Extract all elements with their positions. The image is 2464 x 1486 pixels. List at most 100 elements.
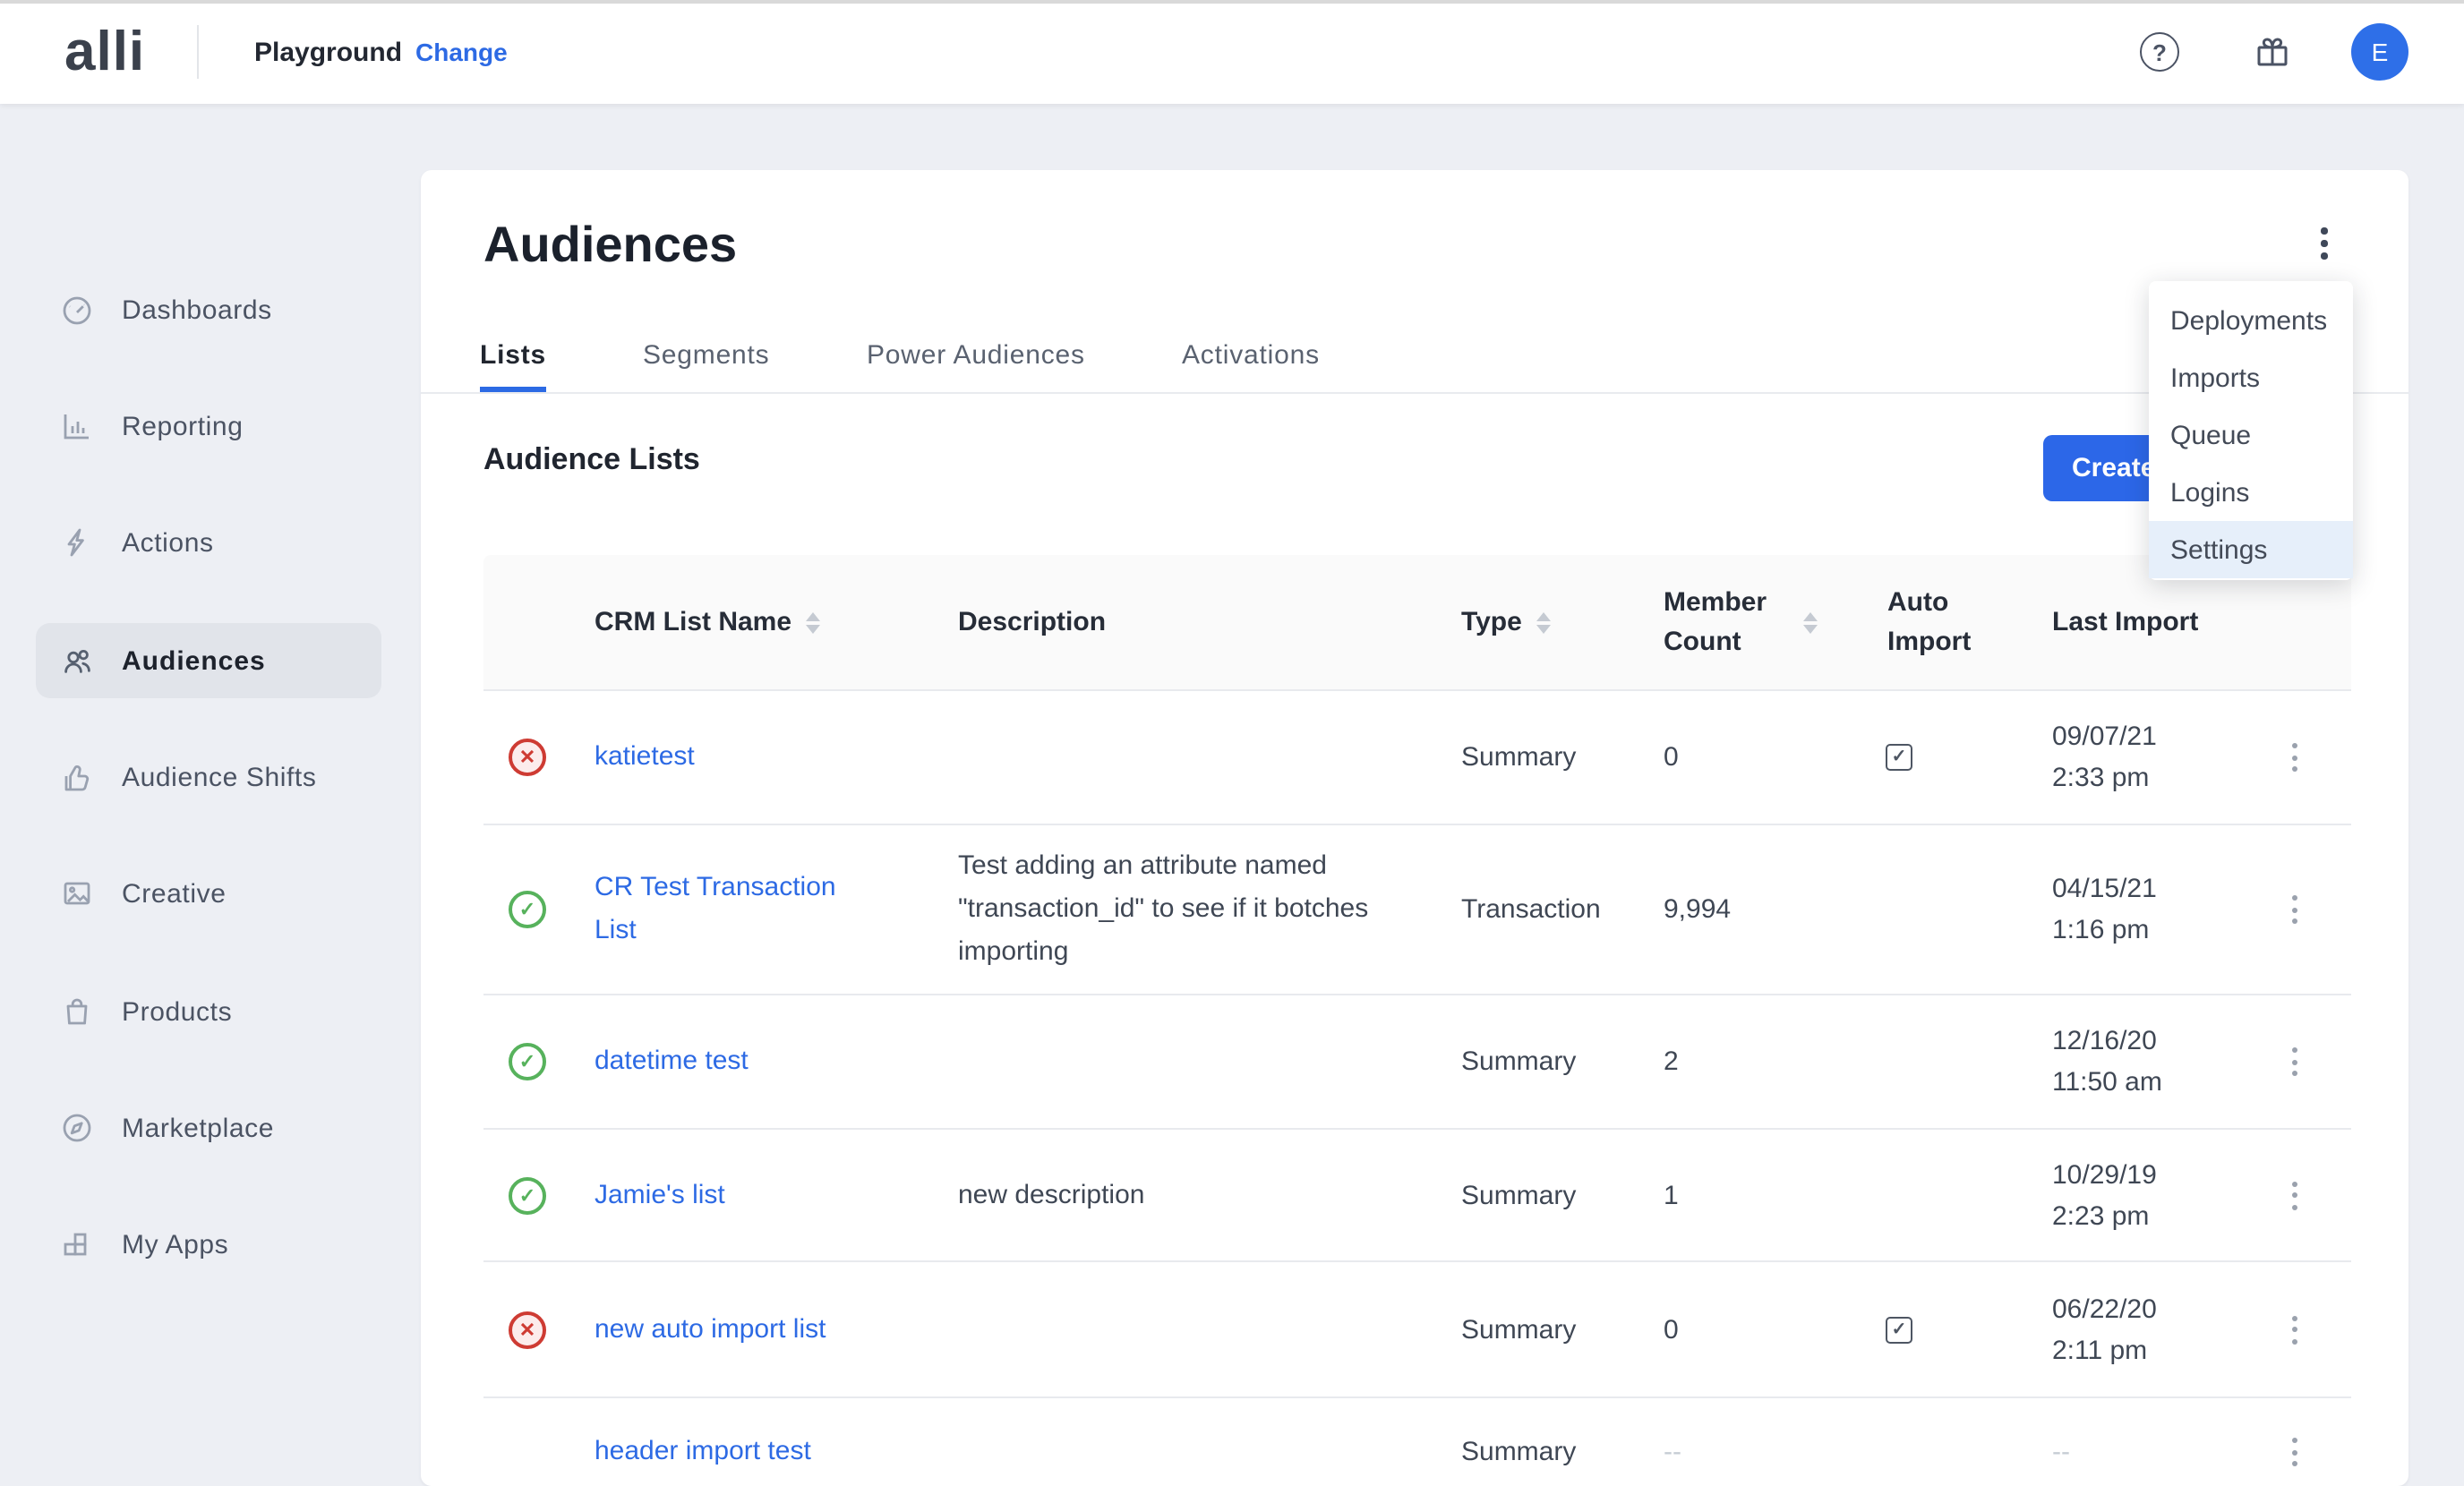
audiences-panel: Audiences Lists Segments Power Audiences…: [421, 170, 2408, 1486]
sidebar-item-label: Actions: [122, 527, 214, 558]
row-kebab-menu-button[interactable]: [2280, 1047, 2308, 1076]
image-icon: [59, 875, 95, 911]
sidebar-item-actions[interactable]: Actions: [36, 505, 381, 580]
sort-icon[interactable]: [806, 611, 820, 633]
member-count: 2: [1664, 1046, 1679, 1077]
row-kebab-menu-button[interactable]: [2280, 1181, 2308, 1209]
reporting-icon: [59, 408, 95, 444]
sidebar-item-label: Dashboards: [122, 295, 272, 325]
thumbs-up-icon: [59, 759, 95, 795]
apps-grid-icon: [59, 1226, 95, 1262]
member-count: 1: [1664, 1180, 1679, 1210]
shopping-bag-icon: [59, 994, 95, 1029]
sort-icon[interactable]: [1803, 611, 1818, 633]
list-name-link[interactable]: header import test: [595, 1430, 867, 1473]
last-import: 06/22/202:11 pm: [2052, 1288, 2157, 1371]
menu-item-imports[interactable]: Imports: [2149, 349, 2353, 406]
tab-segments[interactable]: Segments: [643, 335, 770, 374]
page-kebab-dropdown: Deployments Imports Queue Logins Setting…: [2149, 281, 2353, 580]
list-name-link[interactable]: katietest: [595, 736, 867, 779]
section-title: Audience Lists: [483, 442, 700, 478]
row-kebab-menu-button[interactable]: [2280, 1438, 2308, 1466]
list-name-link[interactable]: Jamie's list: [595, 1174, 867, 1217]
menu-item-settings[interactable]: Settings: [2149, 521, 2353, 578]
workspace-name: Playground: [254, 0, 402, 104]
sidebar-item-label: Audience Shifts: [122, 762, 316, 792]
sidebar-item-label: Creative: [122, 878, 227, 909]
dashboard-icon: [59, 292, 95, 328]
list-type: Summary: [1461, 742, 1576, 773]
column-header-description: Description: [958, 555, 1106, 689]
column-header-auto-import: Auto Import: [1887, 555, 1986, 689]
sidebar-item-label: My Apps: [122, 1229, 228, 1260]
menu-item-logins[interactable]: Logins: [2149, 464, 2353, 521]
error-status-icon: [509, 1311, 546, 1348]
window-top-edge: [0, 0, 2464, 4]
help-icon[interactable]: ?: [2140, 32, 2179, 72]
actions-icon: [59, 525, 95, 560]
list-name-link[interactable]: datetime test: [595, 1040, 867, 1083]
sidebar-item-dashboards[interactable]: Dashboards: [36, 272, 381, 347]
member-count: 9,994: [1664, 894, 1731, 925]
tab-activations[interactable]: Activations: [1182, 335, 1320, 374]
page-kebab-menu-button[interactable]: [2303, 222, 2346, 265]
list-type: Transaction: [1461, 894, 1601, 925]
last-import: 09/07/212:33 pm: [2052, 716, 2157, 799]
sidebar-item-label: Products: [122, 996, 232, 1027]
menu-item-deployments[interactable]: Deployments: [2149, 292, 2353, 349]
change-workspace-link[interactable]: Change: [415, 0, 508, 104]
sidebar: Dashboards Reporting Actions Audiences A…: [0, 104, 417, 1486]
list-type: Summary: [1461, 1046, 1576, 1077]
row-kebab-menu-button[interactable]: [2280, 1315, 2308, 1344]
tab-power-audiences[interactable]: Power Audiences: [867, 335, 1085, 374]
success-status-icon: [509, 891, 546, 928]
avatar[interactable]: E: [2351, 23, 2408, 81]
sidebar-item-reporting[interactable]: Reporting: [36, 389, 381, 464]
member-count: 0: [1664, 1314, 1679, 1345]
list-type: Summary: [1461, 1180, 1576, 1210]
table-row: Jamie's list new description Summary 1 1…: [483, 1130, 2351, 1262]
sidebar-item-my-apps[interactable]: My Apps: [36, 1207, 381, 1282]
column-header-type[interactable]: Type: [1461, 555, 1551, 689]
auto-import-checkbox[interactable]: [1886, 744, 1912, 771]
sidebar-item-products[interactable]: Products: [36, 974, 381, 1049]
sidebar-item-audience-shifts[interactable]: Audience Shifts: [36, 739, 381, 815]
alli-logo: alli: [64, 0, 145, 104]
auto-import-checkbox[interactable]: [1886, 1316, 1912, 1343]
sidebar-item-label: Marketplace: [122, 1113, 274, 1143]
last-import: 12/16/2011:50 am: [2052, 1021, 2162, 1103]
sidebar-item-creative[interactable]: Creative: [36, 856, 381, 931]
menu-item-queue[interactable]: Queue: [2149, 406, 2353, 464]
sidebar-item-marketplace[interactable]: Marketplace: [36, 1090, 381, 1166]
table-row: katietest Summary 0 09/07/212:33 pm: [483, 691, 2351, 825]
column-header-crm-list-name[interactable]: CRM List Name: [595, 555, 820, 689]
error-status-icon: [509, 739, 546, 776]
compass-icon: [59, 1110, 95, 1146]
active-tab-underline: [480, 387, 546, 392]
success-status-icon: [509, 1043, 546, 1080]
list-name-link[interactable]: new auto import list: [595, 1308, 867, 1351]
last-import: 04/15/211:16 pm: [2052, 868, 2157, 951]
top-bar: alli Playground Change ? E: [0, 0, 2464, 104]
tab-bar-divider: [421, 392, 2408, 394]
table-row: datetime test Summary 2 12/16/2011:50 am: [483, 995, 2351, 1130]
last-import: --: [2052, 1431, 2070, 1473]
row-kebab-menu-button[interactable]: [2280, 743, 2308, 772]
audience-lists-table: CRM List Name Description Type Member Co…: [483, 555, 2351, 1486]
list-description: Test adding an attribute named "transact…: [958, 845, 1409, 974]
audiences-icon: [59, 643, 95, 679]
gift-icon[interactable]: [2253, 32, 2292, 72]
sidebar-item-label: Audiences: [122, 645, 266, 676]
tab-lists[interactable]: Lists: [480, 335, 546, 374]
sidebar-item-audiences[interactable]: Audiences: [36, 623, 381, 698]
list-name-link[interactable]: CR Test Transaction List: [595, 867, 867, 952]
list-type: Summary: [1461, 1314, 1576, 1345]
page-title: Audiences: [483, 217, 737, 274]
sort-icon[interactable]: [1536, 611, 1551, 633]
success-status-icon: [509, 1176, 546, 1214]
table-row: new auto import list Summary 0 06/22/202…: [483, 1262, 2351, 1398]
table-row: CR Test Transaction List Test adding an …: [483, 825, 2351, 995]
table-header-row: CRM List Name Description Type Member Co…: [483, 555, 2351, 691]
column-header-member-count[interactable]: Member Count: [1664, 555, 1818, 689]
row-kebab-menu-button[interactable]: [2280, 895, 2308, 924]
